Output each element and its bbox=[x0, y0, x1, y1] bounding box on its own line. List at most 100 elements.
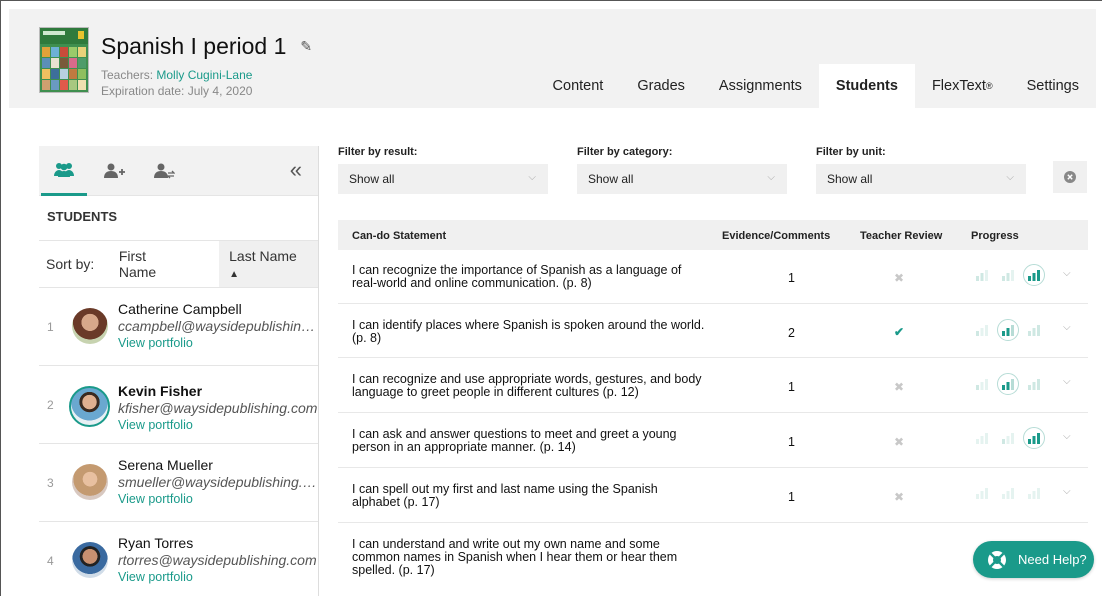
evidence-count: 1 bbox=[788, 380, 795, 394]
student-name: Catherine Campbell bbox=[118, 301, 242, 317]
progress-level-2[interactable] bbox=[997, 373, 1019, 395]
column-header: Teacher Review bbox=[860, 230, 943, 242]
not-reviewed-icon: ✖ bbox=[894, 380, 905, 394]
can-do-statement: I can identify places where Spanish is s… bbox=[352, 318, 705, 345]
progress-level-3[interactable] bbox=[1023, 427, 1045, 449]
student-row[interactable]: 4 Ryan Torres rtorres@waysidepublishing.… bbox=[39, 522, 318, 596]
reviewed-check-icon: ✔ bbox=[894, 325, 905, 339]
tab-grades[interactable]: Grades bbox=[620, 64, 702, 108]
filter-result-label: Filter by result: bbox=[338, 146, 418, 158]
lifebuoy-icon bbox=[988, 550, 1006, 569]
not-reviewed-icon: ✖ bbox=[894, 490, 905, 504]
student-row[interactable]: 1 Catherine Campbell ccampbell@waysidepu… bbox=[39, 288, 318, 366]
student-name: Serena Mueller bbox=[118, 457, 213, 473]
student-email: ccampbell@waysidepublishing.com bbox=[118, 318, 318, 334]
clear-icon bbox=[1064, 171, 1076, 183]
progress-level-2[interactable] bbox=[997, 482, 1019, 504]
tab-flextext[interactable]: FlexText ® bbox=[915, 64, 1010, 108]
can-do-statement: I can recognize the importance of Spanis… bbox=[352, 263, 682, 290]
table-row[interactable]: I can recognize the importance of Spanis… bbox=[338, 250, 1088, 304]
table-row[interactable]: I can spell out my first and last name u… bbox=[338, 468, 1088, 523]
progress-level-2[interactable] bbox=[997, 427, 1019, 449]
filter-unit-select[interactable]: Show all ⌵ bbox=[816, 164, 1026, 194]
expand-row-icon[interactable]: ⌵ bbox=[1063, 268, 1071, 279]
chevron-up-icon: ▲ bbox=[229, 269, 240, 280]
student-email: smueller@waysidepublishing.com bbox=[118, 474, 318, 490]
collapse-sidebar-icon[interactable]: « bbox=[290, 157, 302, 183]
avatar bbox=[72, 542, 108, 578]
table-row[interactable]: I can identify places where Spanish is s… bbox=[338, 304, 1088, 358]
course-header: Spanish I period 1 ✎ Teachers: Molly Cug… bbox=[9, 9, 1096, 108]
filter-result-select[interactable]: Show all ⌵ bbox=[338, 164, 548, 194]
sidebar-toolbar: « bbox=[39, 146, 318, 196]
evidence-count: 1 bbox=[788, 271, 795, 285]
progress-level-2[interactable] bbox=[997, 264, 1019, 286]
tab-flextext-label: FlexText bbox=[931, 78, 986, 94]
group-icon[interactable] bbox=[41, 146, 87, 196]
student-email: rtorres@waysidepublishing.com bbox=[118, 552, 317, 568]
avatar bbox=[72, 464, 108, 500]
students-heading: STUDENTS bbox=[39, 196, 318, 241]
teacher-link[interactable]: Molly Cugini-Lane bbox=[156, 68, 252, 82]
expand-row-icon[interactable]: ⌵ bbox=[1063, 486, 1071, 497]
progress-level-3[interactable] bbox=[1023, 373, 1045, 395]
teachers-label: Teachers: bbox=[101, 68, 154, 82]
tab-settings[interactable]: Settings bbox=[1010, 64, 1096, 108]
progress-level-1[interactable] bbox=[971, 373, 993, 395]
need-help-button[interactable]: Need Help? bbox=[973, 541, 1094, 578]
avatar bbox=[72, 308, 108, 344]
view-portfolio-link[interactable]: View portfolio bbox=[118, 417, 318, 433]
progress-level-3[interactable] bbox=[1023, 482, 1045, 504]
progress-levels bbox=[971, 264, 1045, 286]
progress-level-1[interactable] bbox=[971, 427, 993, 449]
filter-unit: Filter by unit: Show all ⌵ bbox=[816, 146, 1026, 194]
sort-label: Sort by: bbox=[46, 256, 95, 272]
chevron-down-icon: ⌵ bbox=[528, 172, 536, 183]
student-name: Kevin Fisher bbox=[118, 383, 203, 399]
expand-row-icon[interactable]: ⌵ bbox=[1063, 431, 1071, 442]
filter-category-select[interactable]: Show all ⌵ bbox=[577, 164, 787, 194]
progress-level-1[interactable] bbox=[971, 319, 993, 341]
sort-last-name-button[interactable]: Last Name ▲ bbox=[219, 241, 319, 287]
view-portfolio-link[interactable]: View portfolio bbox=[118, 491, 318, 507]
not-reviewed-icon: ✖ bbox=[894, 271, 905, 285]
evidence-count: 1 bbox=[788, 490, 795, 504]
pencil-icon[interactable]: ✎ bbox=[300, 38, 312, 55]
sort-first-name-button[interactable]: First Name bbox=[111, 242, 193, 286]
filter-result: Filter by result: Show all ⌵ bbox=[338, 146, 548, 194]
progress-level-1[interactable] bbox=[971, 264, 993, 286]
table-header: Can-do Statement Evidence/Comments Teach… bbox=[338, 220, 1088, 250]
book-cover-image bbox=[39, 27, 89, 93]
evidence-count: 2 bbox=[788, 326, 795, 340]
progress-level-2[interactable] bbox=[997, 319, 1019, 341]
student-number: 3 bbox=[47, 475, 54, 490]
expand-row-icon[interactable]: ⌵ bbox=[1063, 322, 1071, 333]
tab-students[interactable]: Students bbox=[818, 64, 915, 108]
add-user-icon[interactable] bbox=[91, 146, 137, 196]
clear-filters-button[interactable] bbox=[1053, 161, 1087, 193]
tab-content[interactable]: Content bbox=[536, 64, 621, 108]
progress-levels bbox=[971, 373, 1045, 395]
student-row[interactable]: 2 Kevin Fisher kfisher@waysidepublishing… bbox=[39, 366, 318, 444]
can-do-statement: I can spell out my first and last name u… bbox=[352, 482, 658, 509]
student-row[interactable]: 3 Serena Mueller smueller@waysidepublish… bbox=[39, 444, 318, 522]
course-title-text: Spanish I period 1 bbox=[101, 33, 287, 59]
table-row[interactable]: I can ask and answer questions to meet a… bbox=[338, 413, 1088, 468]
view-portfolio-link[interactable]: View portfolio bbox=[118, 569, 318, 585]
filter-unit-value: Show all bbox=[827, 172, 873, 186]
progress-level-3[interactable] bbox=[1023, 264, 1045, 286]
student-number: 1 bbox=[47, 319, 54, 334]
view-portfolio-link[interactable]: View portfolio bbox=[118, 335, 318, 351]
progress-level-1[interactable] bbox=[971, 482, 993, 504]
progress-level-3[interactable] bbox=[1023, 319, 1045, 341]
tab-assignments[interactable]: Assignments bbox=[702, 64, 819, 108]
expand-row-icon[interactable]: ⌵ bbox=[1063, 376, 1071, 387]
not-reviewed-icon: ✖ bbox=[894, 435, 905, 449]
student-name: Ryan Torres bbox=[118, 535, 194, 551]
transfer-user-icon[interactable] bbox=[141, 146, 187, 196]
avatar bbox=[69, 386, 110, 427]
app-frame: Spanish I period 1 ✎ Teachers: Molly Cug… bbox=[0, 0, 1102, 596]
filter-category: Filter by category: Show all ⌵ bbox=[577, 146, 787, 194]
table-row[interactable]: I can recognize and use appropriate word… bbox=[338, 358, 1088, 413]
column-header: Progress bbox=[971, 230, 1019, 242]
